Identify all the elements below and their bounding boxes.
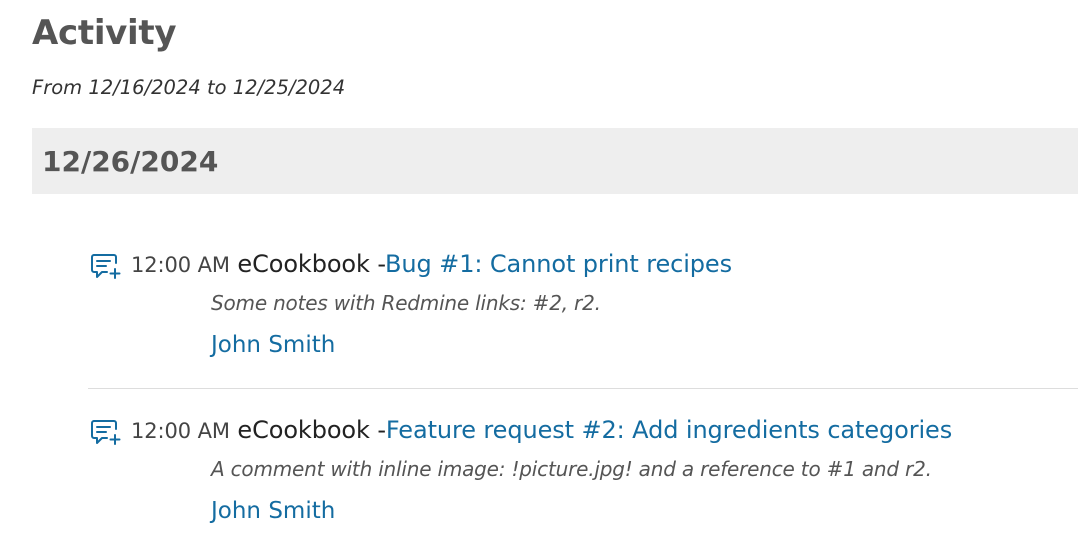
event-author-link[interactable]: John Smith [211, 327, 335, 363]
event-title: 12:00 AM eCookbook -Bug #1: Cannot print… [131, 244, 732, 285]
activity-event: 12:00 AM eCookbook -Bug #1: Cannot print… [88, 244, 1078, 389]
event-project: eCookbook - [237, 250, 386, 278]
event-description: A comment with inline image: !picture.jp… [211, 457, 932, 481]
activity-event: 12:00 AM eCookbook -Feature request #2: … [88, 410, 1078, 540]
page-title: Activity [32, 13, 177, 53]
event-description: Some notes with Redmine links: #2, r2. [211, 291, 601, 315]
event-author-link[interactable]: John Smith [211, 493, 335, 529]
event-project: eCookbook - [237, 416, 386, 444]
comment-add-icon [90, 251, 122, 281]
date-range-subtitle: From 12/16/2024 to 12/25/2024 [32, 76, 346, 99]
event-issue-link[interactable]: Feature request #2: Add ingredients cate… [386, 416, 952, 444]
event-issue-link[interactable]: Bug #1: Cannot print recipes [385, 250, 732, 278]
day-header: 12/26/2024 [32, 128, 1078, 194]
event-time: 12:00 AM [131, 253, 230, 277]
event-title: 12:00 AM eCookbook -Feature request #2: … [131, 410, 952, 451]
activity-page: Activity From 12/16/2024 to 12/25/2024 1… [0, 0, 1078, 546]
event-time: 12:00 AM [131, 419, 230, 443]
comment-add-icon [90, 417, 122, 447]
